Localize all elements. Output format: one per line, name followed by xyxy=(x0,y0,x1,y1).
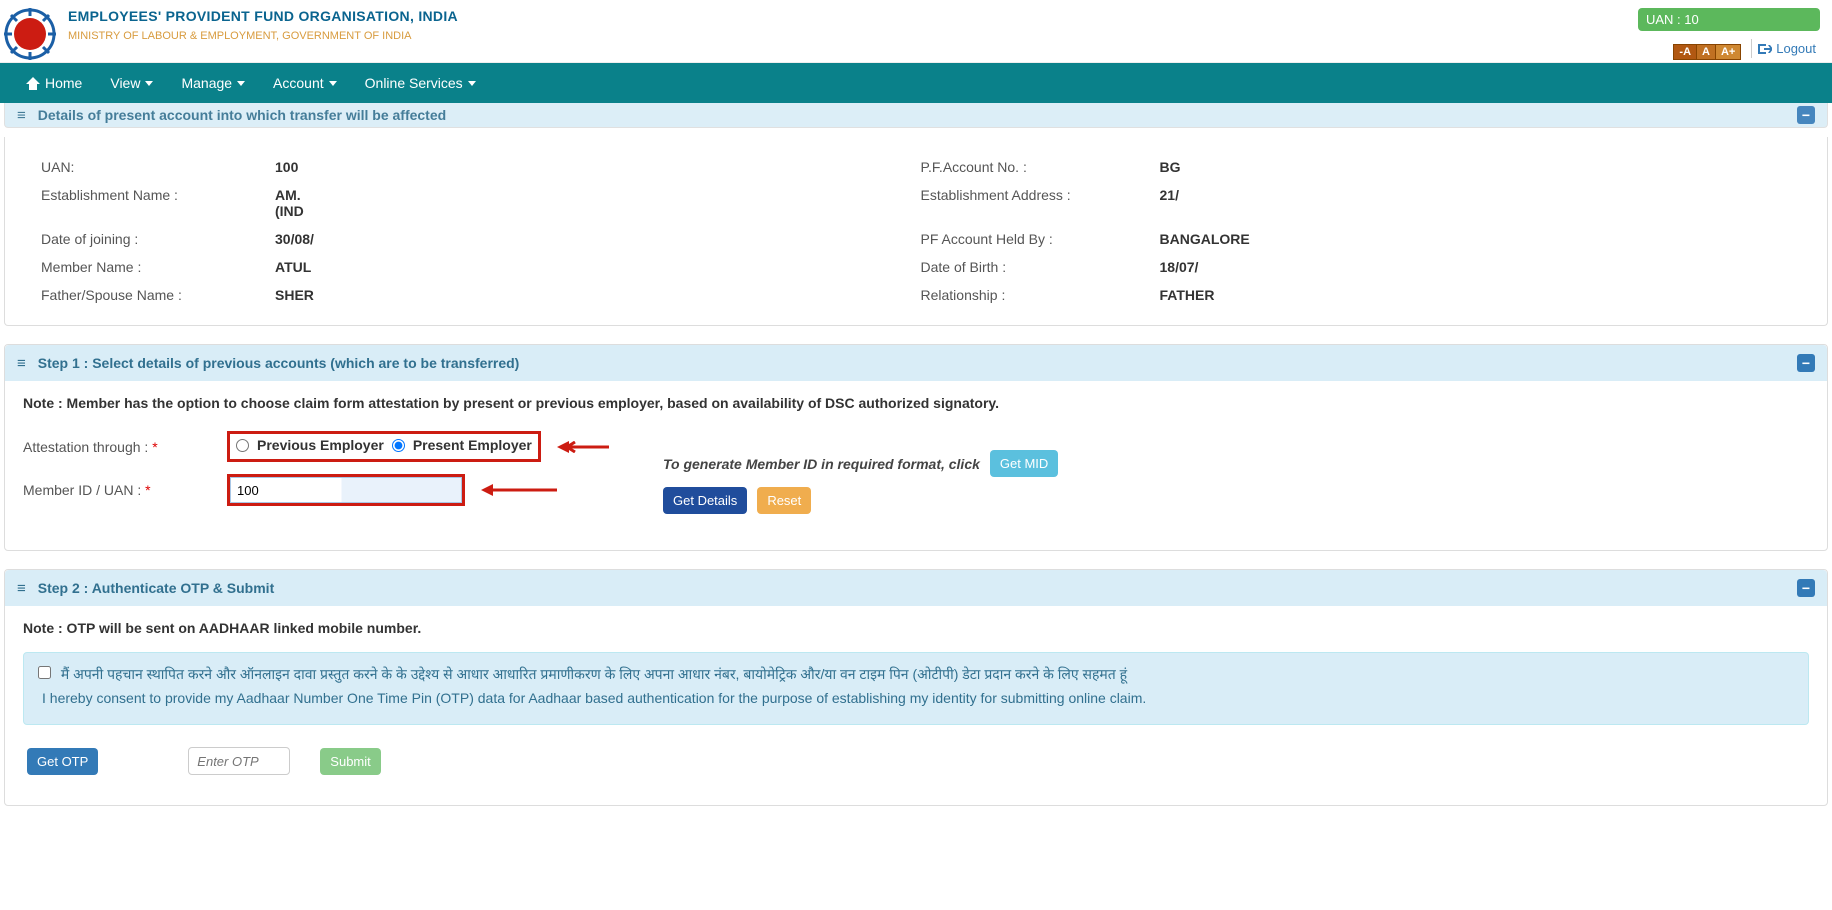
memberid-label: Member ID / UAN : * xyxy=(23,482,217,498)
get-mid-button[interactable]: Get MID xyxy=(990,450,1058,477)
get-otp-button[interactable]: Get OTP xyxy=(27,748,98,775)
memberid-input-wrap xyxy=(227,474,465,506)
uan-value: 100 xyxy=(275,159,907,175)
hamburger-icon: ≡ xyxy=(17,355,26,372)
step1-panel: ≡ Step 1 : Select details of previous ac… xyxy=(4,344,1828,551)
estname-value: AM. (IND xyxy=(275,187,907,219)
arrow-annotation-icon xyxy=(481,484,557,496)
arrow-annotation-icon xyxy=(557,441,609,453)
logout-link[interactable]: Logout xyxy=(1751,39,1820,58)
top-banner: EMPLOYEES' PROVIDENT FUND ORGANISATION, … xyxy=(0,0,1832,63)
font-normal-button[interactable]: A xyxy=(1696,44,1716,60)
font-increase-button[interactable]: A+ xyxy=(1715,44,1741,60)
nav-account[interactable]: Account xyxy=(259,63,351,103)
held-value: BANGALORE xyxy=(1160,231,1792,247)
step2-panel: ≡ Step 2 : Authenticate OTP & Submit − N… xyxy=(4,569,1828,806)
details-panel-header-truncated: ≡ Details of present account into which … xyxy=(4,103,1828,128)
father-value: SHER xyxy=(275,287,907,303)
father-label: Father/Spouse Name : xyxy=(41,287,261,303)
consent-hindi[interactable]: मैं अपनी पहचान स्थापित करने और ऑनलाइन दा… xyxy=(38,665,1794,684)
reset-button[interactable]: Reset xyxy=(757,487,811,514)
estname-label: Establishment Name : xyxy=(41,187,261,219)
collapse-button[interactable]: − xyxy=(1797,106,1815,124)
consent-checkbox[interactable] xyxy=(38,666,51,679)
home-icon xyxy=(26,77,40,90)
hamburger-icon: ≡ xyxy=(17,580,26,597)
doj-label: Date of joining : xyxy=(41,231,261,247)
consent-box: मैं अपनी पहचान स्थापित करने और ऑनलाइन दा… xyxy=(23,652,1809,725)
consent-english: I hereby consent to provide my Aadhaar N… xyxy=(38,690,1794,706)
held-label: PF Account Held By : xyxy=(921,231,1146,247)
get-mid-hint: To generate Member ID in required format… xyxy=(663,456,980,472)
collapse-button[interactable]: − xyxy=(1797,579,1815,597)
submit-button[interactable]: Submit xyxy=(320,748,380,775)
step2-note: Note : OTP will be sent on AADHAAR linke… xyxy=(23,620,1809,636)
collapse-button[interactable]: − xyxy=(1797,354,1815,372)
step1-title: Step 1 : Select details of previous acco… xyxy=(38,355,520,371)
main-nav: Home View Manage Account Online Services xyxy=(0,63,1832,103)
epfo-logo xyxy=(4,8,56,60)
chevron-down-icon xyxy=(145,81,153,86)
doj-value: 30/08/ xyxy=(275,231,907,247)
details-panel: UAN: 100 P.F.Account No. : BG Establishm… xyxy=(4,137,1828,326)
memberid-input[interactable] xyxy=(230,477,462,503)
rel-value: FATHER xyxy=(1160,287,1792,303)
chevron-down-icon xyxy=(237,81,245,86)
ministry-subtitle: MINISTRY OF LABOUR & EMPLOYMENT, GOVERNM… xyxy=(68,30,1638,42)
chevron-down-icon xyxy=(329,81,337,86)
previous-employer-label: Previous Employer xyxy=(257,437,384,453)
attestation-label: Attestation through : * xyxy=(23,439,217,455)
step2-title: Step 2 : Authenticate OTP & Submit xyxy=(38,580,274,596)
logout-icon xyxy=(1758,43,1772,55)
chevron-down-icon xyxy=(468,81,476,86)
step1-note: Note : Member has the option to choose c… xyxy=(23,395,1809,411)
estaddr-label: Establishment Address : xyxy=(921,187,1146,219)
nav-view[interactable]: View xyxy=(96,63,167,103)
estaddr-value: 21/ xyxy=(1160,187,1792,219)
nav-online-services[interactable]: Online Services xyxy=(351,63,490,103)
member-value: ATUL xyxy=(275,259,907,275)
uan-badge: UAN : 10 xyxy=(1638,8,1820,31)
member-label: Member Name : xyxy=(41,259,261,275)
uan-label: UAN: xyxy=(41,159,261,175)
org-title: EMPLOYEES' PROVIDENT FUND ORGANISATION, … xyxy=(68,8,1638,24)
dob-label: Date of Birth : xyxy=(921,259,1146,275)
dob-value: 18/07/ xyxy=(1160,259,1792,275)
get-details-button[interactable]: Get Details xyxy=(663,487,747,514)
hamburger-icon: ≡ xyxy=(17,107,26,124)
otp-input[interactable] xyxy=(188,747,290,775)
present-employer-label: Present Employer xyxy=(413,437,532,453)
pf-label: P.F.Account No. : xyxy=(921,159,1146,175)
previous-employer-radio[interactable] xyxy=(236,439,249,452)
rel-label: Relationship : xyxy=(921,287,1146,303)
font-decrease-button[interactable]: -A xyxy=(1673,44,1697,60)
pf-value: BG xyxy=(1160,159,1792,175)
nav-manage[interactable]: Manage xyxy=(167,63,259,103)
present-employer-radio[interactable] xyxy=(392,439,405,452)
attestation-radio-group: Previous Employer Present Employer xyxy=(227,431,541,462)
nav-home[interactable]: Home xyxy=(12,63,96,103)
